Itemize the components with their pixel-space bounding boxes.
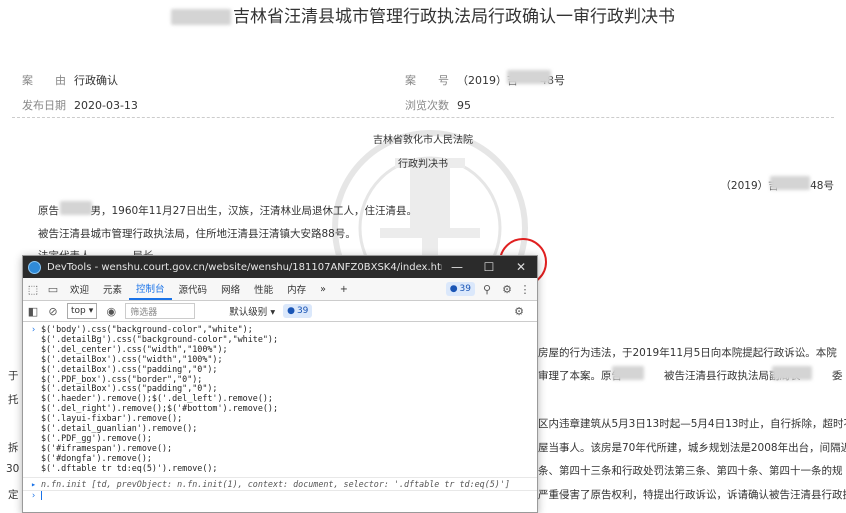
document-title: 吉林省汪清县城市管理行政执法局行政确认一审行政判决书 [0, 2, 846, 27]
more-menu-icon[interactable]: ⋮ [515, 278, 535, 300]
text-fragment: 托 [8, 394, 19, 406]
cause-field: 案 由行政确认 [22, 72, 118, 88]
device-toggle-icon[interactable]: ▭ [43, 278, 63, 300]
devtools-titlebar[interactable]: DevTools - wenshu.court.gov.cn/website/w… [23, 256, 537, 278]
console-toolbar: ◧ ⊘ top ▾ ◉ 筛选器 默认级别 ▾ ● 39 ⚙ [23, 301, 537, 322]
text-fragment: 于 [8, 370, 19, 382]
cause-label: 案 由 [22, 74, 66, 87]
context-selector[interactable]: top ▾ [67, 303, 98, 319]
redacted-block [770, 176, 810, 190]
tab-console[interactable]: 控制台 [129, 278, 172, 300]
issues-count: 39 [459, 284, 471, 294]
tab-sources[interactable]: 源代码 [172, 278, 215, 300]
redacted-block [60, 201, 92, 215]
devtools-title: DevTools - wenshu.court.gov.cn/website/w… [47, 261, 442, 273]
publish-date-field: 发布日期 2020-03-13 [22, 97, 138, 113]
views-label: 浏览次数 [405, 99, 449, 112]
text-fragment: 严重侵害了原告权利，特提出行政诉讼，诉请确认被告汪清县行政执 [538, 489, 846, 501]
connect-icon[interactable]: ⚲ [477, 278, 497, 300]
tab-network[interactable]: 网络 [214, 278, 247, 300]
tab-memory[interactable]: 内存 [280, 278, 313, 300]
console-input[interactable]: › [23, 489, 537, 505]
court-name: 吉林省敦化市人民法院 [373, 135, 473, 146]
input-prompt-icon: › [31, 489, 37, 500]
more-tabs-button[interactable]: » [313, 278, 333, 300]
sidebar-toggle-icon[interactable]: ◧ [23, 300, 43, 322]
console-line: $('body').css("background-color","white"… [41, 324, 253, 334]
prompt-chevron-icon: › [31, 324, 37, 334]
views-value: 95 [457, 99, 471, 112]
console-settings-gear-icon[interactable]: ⚙ [509, 301, 529, 321]
case-number-label: 案 号 [405, 74, 449, 87]
info-icon: ● [449, 284, 458, 294]
info-icon: ● [287, 306, 295, 316]
expand-arrow-icon[interactable]: ▸ [31, 479, 36, 490]
clear-console-icon[interactable]: ⊘ [43, 300, 63, 322]
console-result-text: n.fn.init [td, prevObject: n.fn.init(1),… [41, 478, 510, 489]
devtools-window[interactable]: DevTools - wenshu.court.gov.cn/website/w… [22, 255, 538, 513]
text-fragment: 条、第四十三条和行政处罚法第三条、第四十条、第四十一条的规 [538, 465, 843, 477]
redacted-block [171, 9, 231, 25]
text-caret [41, 490, 42, 500]
add-tab-button[interactable]: + [333, 278, 355, 300]
toolbar-issues-count: 39 [296, 306, 309, 316]
dropdown-arrow-icon: ▾ [267, 307, 276, 318]
cause-value: 行政确认 [74, 74, 118, 87]
settings-gear-icon[interactable]: ⚙ [497, 278, 517, 300]
page-title: 吉林省汪清县城市管理行政执法局行政确认一审行政判决书 [233, 7, 675, 27]
inspect-icon[interactable]: ⬚ [23, 278, 43, 300]
tab-welcome[interactable]: 欢迎 [63, 278, 96, 300]
context-value: top [71, 306, 86, 316]
edge-logo-icon [28, 260, 41, 274]
console-output[interactable]: › $('body').css("background-color","white… [23, 322, 537, 505]
defendant-paragraph: 被告汪清县城市管理行政执法局，住所地汪清县汪清镇大安路88号。 [38, 228, 356, 240]
filter-placeholder: 筛选器 [130, 307, 158, 318]
tab-performance[interactable]: 性能 [247, 278, 280, 300]
text-fragment: 30 [6, 463, 20, 475]
redacted-block [612, 366, 644, 380]
text-fragment: 区内违章建筑从5月3日13时起—5月4日13时止，自行拆除，超时不 [538, 418, 846, 430]
console-line: $('.dftable tr td:eq(5)').remove(); [41, 462, 218, 473]
redacted-block [772, 366, 812, 380]
console-result[interactable]: ▸ n.fn.init [td, prevObject: n.fn.init(1)… [23, 476, 537, 490]
toolbar-issues-badge[interactable]: ● 39 [283, 304, 313, 318]
console-filter-input[interactable]: 筛选器 [125, 303, 196, 319]
minimize-button[interactable]: — [441, 256, 473, 278]
text-fragment: 屋当事人。该房是70年代所建，城乡规划法是2008年出台，间隔近 [538, 442, 846, 454]
views-field: 浏览次数 95 [405, 97, 471, 113]
devtools-tab-bar: ⬚ ▭ 欢迎 元素 控制台 源代码 网络 性能 内存 » + ● 39 ⚲ ⚙ ⋮ [23, 278, 537, 301]
log-level-selector[interactable]: 默认级别 ▾ [229, 304, 275, 318]
document-type: 行政判决书 [398, 159, 448, 170]
text-fragment: 房屋的行为违法，于2019年11月5日向本院提起行政诉讼。本院 [538, 347, 837, 359]
text-fragment: 拆 [8, 442, 19, 454]
redacted-block [507, 70, 551, 84]
text-fragment: 定 [8, 489, 19, 501]
tab-elements[interactable]: 元素 [96, 278, 129, 300]
maximize-button[interactable]: ☐ [473, 256, 505, 278]
log-level-value: 默认级别 [229, 307, 268, 318]
close-button[interactable]: ✕ [505, 256, 537, 278]
publish-date-label: 发布日期 [22, 99, 66, 112]
dropdown-arrow-icon: ▾ [88, 306, 94, 316]
plaintiff-paragraph: 原告 男，1960年11月27日出生，汉族，汪清林业局退休工人，住汪清县。 [38, 205, 417, 217]
eye-icon[interactable]: ◉ [101, 300, 121, 322]
publish-date-value: 2020-03-13 [74, 99, 138, 112]
issues-badge[interactable]: ● 39 [445, 282, 475, 296]
